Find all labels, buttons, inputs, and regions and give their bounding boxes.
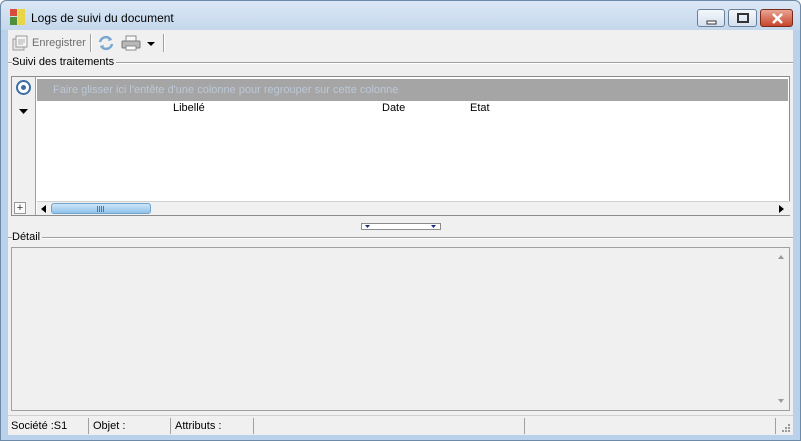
toolbar-separator [90, 34, 91, 52]
close-icon [772, 13, 783, 24]
maximize-button[interactable] [728, 9, 757, 27]
column-header-label[interactable]: Libellé [173, 102, 205, 114]
scroll-thumb[interactable] [51, 203, 151, 214]
resize-grip-icon[interactable] [781, 423, 791, 433]
minimize-button[interactable] [697, 9, 725, 27]
status-attributes: Attributs : [172, 418, 254, 434]
grip-icon [97, 206, 105, 212]
app-icon [10, 9, 25, 25]
save-label: Enregistrer [32, 37, 86, 49]
refresh-button[interactable] [97, 33, 115, 53]
scroll-left-icon[interactable] [38, 203, 50, 215]
toolbar: Enregistrer [8, 30, 793, 55]
column-header-date[interactable]: Date [382, 102, 405, 114]
vertical-scrollbar[interactable] [773, 248, 789, 410]
toolbar-separator [163, 34, 164, 52]
status-panel [526, 418, 776, 434]
refresh-icon [98, 35, 114, 51]
column-header-status[interactable]: Etat [470, 102, 490, 114]
section-title-processing: Suivi des traitements [12, 56, 117, 68]
detail-textarea[interactable] [11, 247, 790, 411]
group-by-panel[interactable]: Faire glisser ici l'entête d'une colonne… [37, 79, 788, 101]
minimize-icon [706, 20, 717, 25]
printer-icon [121, 35, 141, 51]
section-title-detail: Détail [12, 231, 43, 243]
splitter-arrows-icon [365, 225, 436, 228]
chevron-down-icon [147, 42, 155, 46]
print-dropdown[interactable] [146, 33, 156, 53]
add-row-button[interactable]: + [14, 202, 26, 214]
panel-splitter[interactable] [361, 223, 441, 230]
row-indicator-icon [19, 109, 28, 114]
status-company: Société :S1 [8, 418, 89, 434]
print-button[interactable] [121, 33, 141, 53]
window-title: Logs de suivi du document [31, 11, 174, 25]
group-by-hint: Faire glisser ici l'entête d'une colonne… [53, 84, 399, 96]
row-selector-column [12, 77, 36, 215]
grid-body[interactable] [37, 117, 788, 200]
section-divider [8, 62, 793, 63]
window: Logs de suivi du document Enregistrer Su… [0, 0, 801, 441]
maximize-icon [737, 13, 749, 23]
column-chooser-icon[interactable] [16, 80, 31, 95]
scroll-right-icon[interactable] [775, 203, 787, 215]
scroll-up-icon[interactable] [776, 252, 786, 262]
processing-grid: Faire glisser ici l'entête d'une colonne… [11, 76, 790, 216]
status-object: Objet : [90, 418, 171, 434]
status-bar: Société :S1 Objet : Attributs : [8, 415, 793, 435]
column-header-row: Libellé Date Etat [37, 101, 788, 117]
save-icon [12, 35, 28, 51]
save-button[interactable]: Enregistrer [11, 33, 86, 53]
status-panel [255, 418, 525, 434]
horizontal-scrollbar[interactable] [37, 201, 790, 215]
section-divider [8, 237, 793, 238]
client-area: Enregistrer Suivi des traitements Faire … [8, 30, 793, 435]
close-button[interactable] [760, 9, 793, 27]
scroll-down-icon[interactable] [776, 396, 786, 406]
title-bar[interactable]: Logs de suivi du document [1, 1, 800, 30]
